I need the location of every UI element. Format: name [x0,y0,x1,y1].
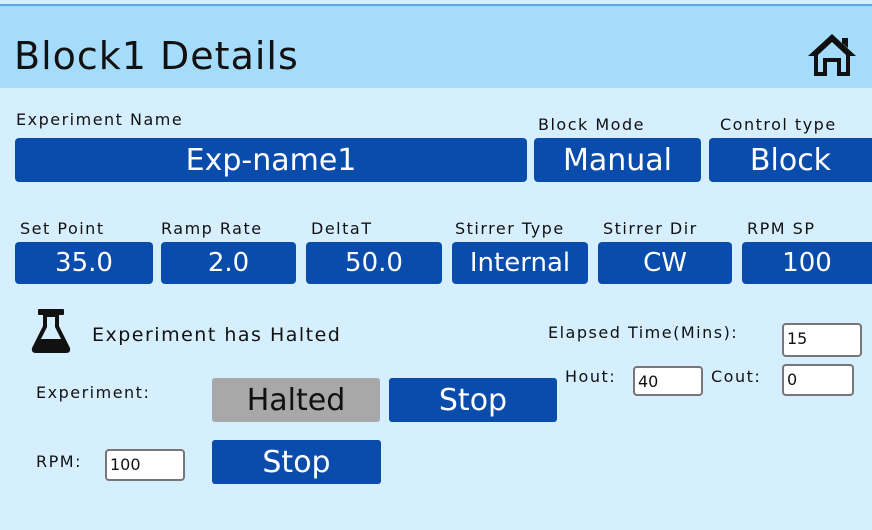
stirrer-type-field[interactable]: Internal [452,242,588,284]
block-mode-label: Block Mode [538,115,645,134]
block-mode-field[interactable]: Manual [534,138,701,182]
elapsed-time-input[interactable]: 15 [782,323,862,357]
delta-t-field[interactable]: 50.0 [306,242,442,284]
cout-label: Cout: [711,367,762,386]
set-point-label: Set Point [20,219,105,238]
cout-input[interactable]: 0 [782,364,854,396]
ramp-rate-label: Ramp Rate [161,219,263,238]
rpm-sp-field[interactable]: 100 [742,242,872,284]
stirrer-type-label: Stirrer Type [455,219,565,238]
experiment-name-field[interactable]: Exp-name1 [15,138,527,182]
hout-label: Hout: [565,367,617,386]
experiment-stop-button[interactable]: Stop [389,378,557,422]
control-type-label: Control type [720,115,837,134]
stirrer-dir-field[interactable]: CW [598,242,732,284]
experiment-name-label: Experiment Name [16,110,184,129]
home-icon[interactable] [806,32,858,78]
rpm-input[interactable]: 100 [105,449,185,481]
halted-status-button[interactable]: Halted [212,378,380,422]
rpm-label: RPM: [36,452,82,471]
rpm-sp-label: RPM SP [747,219,816,238]
rpm-stop-button[interactable]: Stop [212,440,381,484]
experiment-label: Experiment: [36,383,151,402]
page-title: Block1 Details [14,34,299,78]
set-point-field[interactable]: 35.0 [15,242,153,284]
ramp-rate-field[interactable]: 2.0 [161,242,296,284]
status-text: Experiment has Halted [92,324,342,346]
flask-icon [31,309,71,353]
stirrer-dir-label: Stirrer Dir [603,219,698,238]
hout-input[interactable]: 40 [633,366,703,396]
header-bar: Block1 Details [0,4,872,88]
delta-t-label: DeltaT [311,219,373,238]
elapsed-time-label: Elapsed Time(Mins): [548,323,739,342]
control-type-field[interactable]: Block [709,138,872,182]
